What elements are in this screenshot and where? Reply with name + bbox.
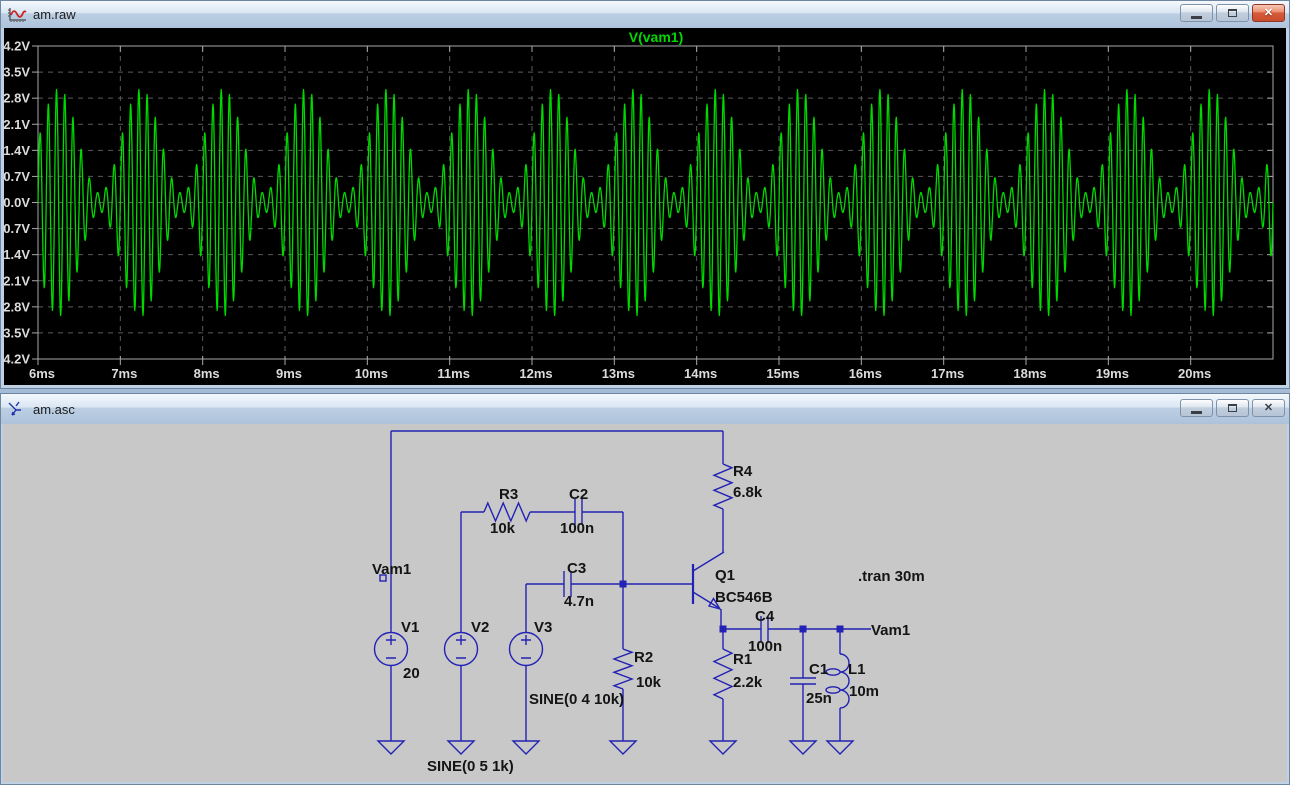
label-C1-ref[interactable]: C1 <box>809 661 828 678</box>
close-icon: ✕ <box>1264 8 1273 19</box>
minimize-button[interactable] <box>1180 4 1213 22</box>
label-V1-value[interactable]: 20 <box>403 665 420 682</box>
schematic-window-title: am.asc <box>33 402 75 417</box>
restore-button[interactable] <box>1216 4 1249 22</box>
label-C2-value[interactable]: 100n <box>560 520 594 537</box>
y-axis-tick-label: 2.1V <box>4 117 30 132</box>
x-axis-tick-label: 6ms <box>29 366 55 381</box>
waveform-window-title: am.raw <box>33 7 76 22</box>
label-R2-ref[interactable]: R2 <box>634 649 653 666</box>
x-axis-tick-label: 10ms <box>355 366 388 381</box>
voltage-source-V2[interactable] <box>445 633 478 666</box>
label-Q1-value[interactable]: BC546B <box>715 589 773 606</box>
x-axis-tick-label: 19ms <box>1096 366 1129 381</box>
label-R3-value[interactable]: 10k <box>490 520 516 537</box>
y-axis-tick-label: 1.4V <box>4 143 30 158</box>
waveform-trace <box>38 90 1273 316</box>
y-axis-tick-label: -3.5V <box>4 325 30 340</box>
label-R4-value[interactable]: 6.8k <box>733 484 763 501</box>
waveform-plot-area[interactable]: 4.2V 3.5V 2.8V 2.1V 1.4V 0.7V 0.0V -0.7V -1.4V -2… <box>4 28 1286 385</box>
y-axis-tick-label: -1.4V <box>4 247 30 262</box>
label-V3-ref[interactable]: V3 <box>534 619 552 636</box>
close-button[interactable]: ✕ <box>1252 4 1285 22</box>
label-C3-ref[interactable]: C3 <box>567 560 586 577</box>
minimize-icon <box>1191 16 1202 19</box>
x-axis-tick-label: 9ms <box>276 366 302 381</box>
y-axis-tick-label: 3.5V <box>4 65 30 80</box>
label-V1-ref[interactable]: V1 <box>401 619 419 636</box>
label-C1-value[interactable]: 25n <box>806 690 832 707</box>
spice-directive[interactable]: .tran 30m <box>858 568 925 585</box>
x-axis-tick-label: 15ms <box>766 366 799 381</box>
schematic-window: am.asc ✕ <box>0 393 1290 785</box>
label-L1-ref[interactable]: L1 <box>848 661 866 678</box>
x-axis-tick-label: 13ms <box>602 366 635 381</box>
voltage-source-V3[interactable] <box>510 633 543 666</box>
x-axis-tick-label: 8ms <box>194 366 220 381</box>
y-axis-tick-label: -2.8V <box>4 299 30 314</box>
label-L1-value[interactable]: 10m <box>849 683 879 700</box>
y-axis-tick-label: 0.7V <box>4 169 30 184</box>
schematic-canvas[interactable]: Vam1 V1 20 V2 SINE(0 5 1k) V3 SINE(0 4 1… <box>3 424 1287 782</box>
y-axis-tick-label: -2.1V <box>4 273 30 288</box>
waveform-titlebar[interactable]: am.raw ✕ <box>1 1 1289 28</box>
label-C4-ref[interactable]: C4 <box>755 608 775 625</box>
trace-label: V(vam1) <box>629 29 683 45</box>
waveform-file-icon <box>7 7 27 23</box>
label-R1-value[interactable]: 2.2k <box>733 674 763 691</box>
y-axis-tick-label: -0.7V <box>4 221 30 236</box>
x-axis-tick-label: 11ms <box>437 366 470 381</box>
schematic-file-icon <box>7 401 27 417</box>
x-axis-tick-label: 12ms <box>519 366 552 381</box>
label-R4-ref[interactable]: R4 <box>733 463 753 480</box>
y-axis-tick-label: 4.2V <box>4 39 30 54</box>
net-label-vam1-right[interactable]: Vam1 <box>871 622 910 639</box>
net-label-vam1-left[interactable]: Vam1 <box>372 561 411 578</box>
waveform-window: am.raw ✕ 4.2V 3.5V 2.8V 2.1V 1.4V 0.7V 0.0V -0.… <box>0 0 1290 389</box>
restore-button[interactable] <box>1216 399 1249 417</box>
label-C2-ref[interactable]: C2 <box>569 486 588 503</box>
x-axis-tick-label: 17ms <box>931 366 964 381</box>
minimize-icon <box>1191 411 1202 414</box>
resistor-R1[interactable] <box>714 649 732 699</box>
label-V3-value[interactable]: SINE(0 4 10k) <box>529 691 624 708</box>
y-axis-tick-label: 0.0V <box>4 195 30 210</box>
x-axis-tick-label: 7ms <box>111 366 137 381</box>
resistor-R2[interactable] <box>614 649 632 689</box>
capacitor-C1[interactable] <box>790 678 816 684</box>
label-V2-ref[interactable]: V2 <box>471 619 489 636</box>
schematic-titlebar[interactable]: am.asc ✕ <box>1 394 1289 424</box>
label-R2-value[interactable]: 10k <box>636 674 662 691</box>
resistor-R4[interactable] <box>714 464 732 509</box>
restore-icon <box>1228 404 1237 412</box>
x-axis-tick-label: 20ms <box>1178 366 1211 381</box>
wires <box>391 431 871 741</box>
label-V2-value[interactable]: SINE(0 5 1k) <box>427 758 514 775</box>
close-icon: ✕ <box>1264 403 1273 414</box>
x-axis-tick-label: 16ms <box>849 366 882 381</box>
voltage-source-V1[interactable] <box>375 633 408 666</box>
x-axis-tick-label: 14ms <box>684 366 717 381</box>
label-R3-ref[interactable]: R3 <box>499 486 518 503</box>
x-axis-tick-label: 18ms <box>1013 366 1046 381</box>
minimize-button[interactable] <box>1180 399 1213 417</box>
label-Q1-ref[interactable]: Q1 <box>715 567 735 584</box>
y-axis-tick-label: -4.2V <box>4 352 30 367</box>
resistor-R3[interactable] <box>484 503 530 521</box>
label-C3-value[interactable]: 4.7n <box>564 593 594 610</box>
ground-symbols <box>378 741 853 754</box>
close-button[interactable]: ✕ <box>1252 399 1285 417</box>
y-axis-tick-label: 2.8V <box>4 91 30 106</box>
restore-icon <box>1228 9 1237 17</box>
label-C4-value[interactable]: 100n <box>748 638 782 655</box>
